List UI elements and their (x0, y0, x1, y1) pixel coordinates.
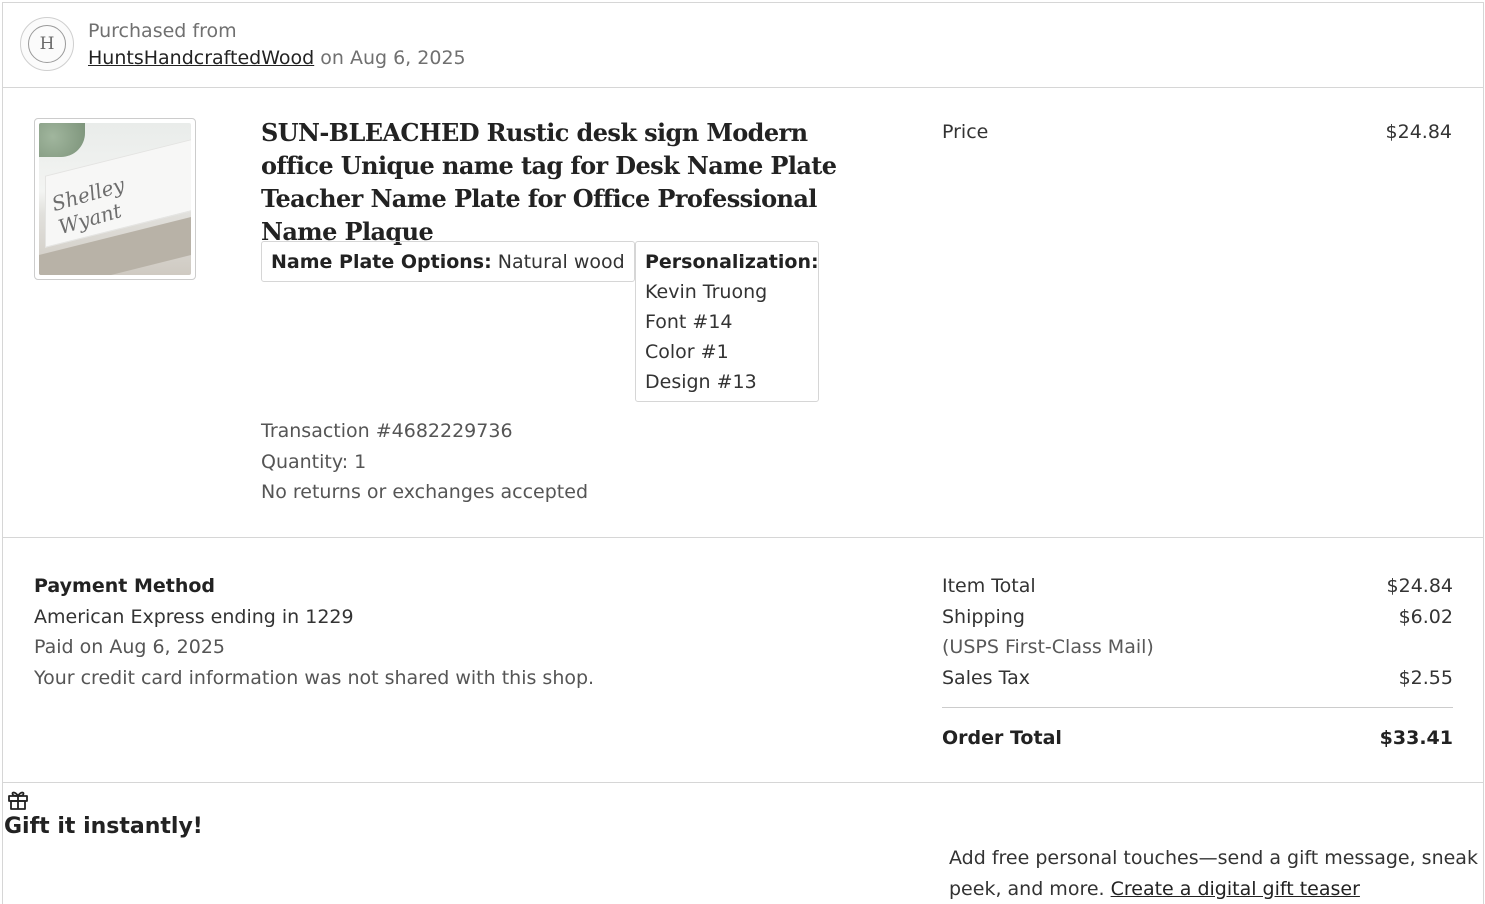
item-thumbnail[interactable]: Shelley Wyant (34, 118, 196, 280)
item-total-value: $24.84 (1386, 575, 1453, 597)
variation-value: Natural wood (497, 251, 625, 273)
purchase-date: on Aug 6, 2025 (320, 47, 466, 69)
price-value: $24.84 (1385, 121, 1452, 143)
sales-tax-label: Sales Tax (942, 666, 1030, 689)
item-total-row: Item Total $24.84 (942, 571, 1453, 602)
sales-tax-row: Sales Tax $2.55 (942, 663, 1453, 694)
transaction-number: Transaction #4682229736 (261, 420, 513, 442)
shop-logo[interactable]: H (20, 17, 74, 71)
payment-method-block: Payment Method American Express ending i… (34, 571, 594, 693)
item-thumbnail-image: Shelley Wyant (39, 123, 191, 275)
order-totals: Item Total $24.84 Shipping $6.02 (USPS F… (942, 571, 1453, 754)
payment-card: American Express ending in 1229 (34, 605, 354, 628)
shipping-method: (USPS First-Class Mail) (942, 636, 1154, 658)
gift-description: Add free personal touches—send a gift me… (949, 843, 1485, 904)
shipping-label: Shipping (942, 605, 1025, 628)
gift-title: Gift it instantly! (4, 814, 203, 839)
shop-line: HuntsHandcraftedWood on Aug 6, 2025 (88, 47, 466, 69)
personalization-line: Design #13 (645, 371, 757, 393)
price-label: Price (942, 121, 989, 143)
gift-icon (8, 791, 28, 810)
order-total-label: Order Total (942, 727, 1062, 749)
variation-label: Name Plate Options: (271, 251, 492, 273)
thumbnail-plant (39, 123, 85, 157)
payment-method-heading: Payment Method (34, 575, 216, 597)
variation-label: Personalization: (645, 251, 819, 273)
personalization-line: Kevin Truong (645, 281, 768, 303)
variation-personalization: Personalization: Kevin Truong Font #14 C… (635, 241, 819, 402)
sales-tax-value: $2.55 (1398, 666, 1453, 689)
create-gift-teaser-link[interactable]: Create a digital gift teaser (1111, 878, 1360, 900)
item-total-label: Item Total (942, 575, 1036, 597)
variation-name-plate-options: Name Plate Options: Natural wood (261, 241, 635, 282)
shipping-method-row: (USPS First-Class Mail) (942, 632, 1453, 663)
personalization-line: Color #1 (645, 341, 729, 363)
shipping-value: $6.02 (1398, 605, 1453, 628)
payment-section: Payment Method American Express ending i… (2, 538, 1484, 783)
totals-divider (942, 707, 1453, 708)
privacy-note: Your credit card information was not sha… (34, 666, 595, 689)
paid-on-date: Paid on Aug 6, 2025 (34, 636, 225, 658)
shop-header: H Purchased from HuntsHandcraftedWood on… (2, 2, 1484, 88)
personalization-line: Font #14 (645, 311, 733, 333)
purchased-from-label: Purchased from (88, 20, 237, 42)
order-total-row: Order Total $33.41 (942, 723, 1453, 754)
shipping-row: Shipping $6.02 (942, 602, 1453, 633)
shop-name-link[interactable]: HuntsHandcraftedWood (88, 47, 314, 69)
item-section: Shelley Wyant SUN-BLEACHED Rustic desk s… (2, 88, 1484, 538)
shop-logo-letter: H (28, 25, 66, 63)
item-title[interactable]: SUN-BLEACHED Rustic desk sign Modern off… (261, 116, 851, 248)
item-meta: Transaction #4682229736 Quantity: 1 No r… (261, 416, 588, 508)
order-total-value: $33.41 (1379, 727, 1453, 749)
returns-policy: No returns or exchanges accepted (261, 481, 588, 503)
quantity: Quantity: 1 (261, 450, 367, 473)
